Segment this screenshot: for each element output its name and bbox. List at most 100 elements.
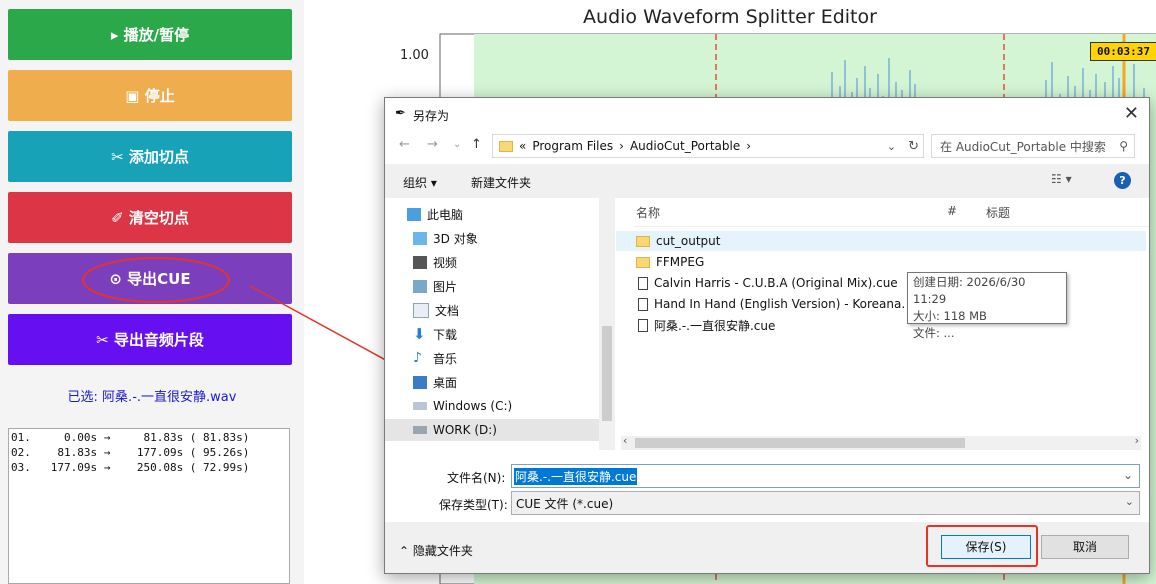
search-input[interactable]: 在 AudioCut_Portable 中搜索 ⚲	[931, 134, 1135, 158]
hscrollbar-thumb[interactable]	[635, 438, 965, 448]
tree-item-drive-d[interactable]: WORK (D:)	[385, 419, 599, 441]
export-audio-segments-button[interactable]: ✂ 导出音频片段	[8, 314, 292, 365]
breadcrumb-audiocut-portable[interactable]: AudioCut_Portable	[630, 139, 740, 153]
tree-label: 3D 对象	[433, 231, 478, 246]
column-header-name[interactable]: 名称	[636, 204, 660, 221]
tree-item-3d-objects[interactable]: 3D 对象	[413, 227, 478, 249]
control-panel: ▸ 播放/暂停 ▣ 停止 ✂ 添加切点 ✐ 清空切点 ⊙ 导出CUE ✂ 导出音…	[0, 0, 304, 584]
file-row-ffmpeg[interactable]: FFMPEG	[636, 252, 704, 272]
chart-title: Audio Waveform Splitter Editor	[583, 6, 877, 28]
chevron-left-icon[interactable]: ‹	[623, 434, 627, 447]
tree-item-downloads[interactable]: ⬇ 下载	[413, 323, 457, 345]
tree-label: 音乐	[433, 351, 458, 366]
tree-item-this-pc[interactable]: 此电脑	[407, 203, 463, 225]
file-row-calvin-harris[interactable]: Calvin Harris - C.U.B.A (Original Mix).c…	[638, 273, 898, 293]
drive-icon	[413, 426, 427, 434]
search-placeholder: 在 AudioCut_Portable 中搜索	[940, 139, 1106, 154]
computer-icon	[407, 207, 421, 221]
tree-label: Windows (C:)	[433, 399, 513, 413]
forward-icon[interactable]: →	[427, 137, 438, 152]
column-header-number[interactable]: #	[947, 204, 957, 218]
stop-button[interactable]: ▣ 停止	[8, 70, 292, 121]
tree-label: 此电脑	[427, 207, 464, 222]
chevron-down-icon[interactable]: ⌄	[1125, 495, 1134, 508]
file-row-hand-in-hand[interactable]: Hand In Hand (English Version) - Koreana…	[638, 294, 905, 314]
chevron-down-icon[interactable]: ⌄	[1122, 468, 1134, 482]
folder-icon	[499, 140, 513, 152]
file-name: 阿桑.-.一直很安静.cue	[654, 318, 776, 333]
tree-item-drive-c[interactable]: Windows (C:)	[413, 395, 512, 417]
file-tooltip: 创建日期: 2026/6/30 11:29 大小: 118 MB 文件: ...	[907, 272, 1067, 340]
tree-item-videos[interactable]: 视频	[413, 251, 457, 273]
filetype-value: CUE 文件 (*.cue)	[516, 496, 614, 511]
refresh-icon[interactable]: ↻	[908, 139, 919, 154]
tree-label: 下载	[433, 327, 458, 342]
file-list-hscrollbar[interactable]: ‹ ›	[621, 434, 1141, 450]
tree-scrollbar-thumb[interactable]	[602, 326, 612, 421]
file-name: FFMPEG	[656, 255, 705, 269]
export-cue-button[interactable]: ⊙ 导出CUE	[8, 253, 292, 304]
filename-input[interactable]: 阿桑.-.一直很安静.cue ⌄	[511, 464, 1140, 488]
segment-row: 01. 0.00s → 81.83s ( 81.83s)	[11, 431, 250, 444]
back-icon[interactable]: ←	[399, 137, 410, 152]
play-pause-button[interactable]: ▸ 播放/暂停	[8, 9, 292, 60]
segment-list[interactable]: 01. 0.00s → 81.83s ( 81.83s) 02. 81.83s →…	[8, 428, 290, 584]
chevron-right-icon[interactable]: ›	[1135, 434, 1139, 447]
hide-folders-label: 隐藏文件夹	[412, 544, 473, 558]
filename-label: 文件名(N):	[447, 471, 506, 485]
cube-icon	[413, 231, 427, 245]
navigation-bar: ← → ⌄ ↑ « Program Files › AudioCut_Porta…	[385, 131, 1149, 161]
save-as-dialog[interactable]: ✒ 另存为 ✕ ← → ⌄ ↑ « Program Files › AudioC…	[384, 97, 1150, 574]
file-row-asang[interactable]: 阿桑.-.一直很安静.cue	[638, 315, 775, 335]
tree-label: 视频	[433, 255, 458, 270]
search-icon: ⚲	[1119, 139, 1128, 153]
tree-label: WORK (D:)	[433, 423, 497, 437]
dialog-toolbar: 组织 ▾ 新建文件夹 ☷ ▾ ?	[385, 164, 1149, 198]
file-list[interactable]: 名称 # 标题 cut_output FFMPEG Calvin Harris …	[616, 198, 1149, 450]
breadcrumb-sep: «	[519, 139, 527, 153]
feather-icon: ✒	[395, 106, 406, 121]
folder-icon	[636, 235, 650, 247]
breadcrumb-program-files[interactable]: Program Files	[532, 139, 613, 153]
segment-row: 03. 177.09s → 250.08s ( 72.99s)	[11, 461, 250, 474]
dialog-title: 另存为	[413, 109, 450, 123]
tree-item-desktop[interactable]: 桌面	[413, 371, 457, 393]
segment-row: 02. 81.83s → 177.09s ( 95.26s)	[11, 446, 250, 459]
clear-cut-points-button[interactable]: ✐ 清空切点	[8, 192, 292, 243]
tooltip-size: 大小: 118 MB	[913, 309, 987, 323]
address-bar[interactable]: « Program Files › AudioCut_Portable › ⌄ …	[492, 134, 924, 158]
file-name: cut_output	[656, 234, 721, 248]
drive-icon	[413, 402, 427, 410]
chevron-down-icon[interactable]: ⌄	[887, 140, 896, 153]
file-name: Calvin Harris - C.U.B.A (Original Mix).c…	[654, 276, 898, 290]
close-icon[interactable]: ✕	[1124, 103, 1139, 124]
tree-scrollbar[interactable]	[599, 198, 615, 450]
file-row-cut-output[interactable]: cut_output	[616, 231, 1146, 251]
tree-item-documents[interactable]: 文档	[413, 299, 459, 321]
tree-label: 图片	[433, 279, 458, 294]
download-icon: ⬇	[413, 324, 426, 343]
y-tick-label: 1.00	[400, 48, 429, 63]
tree-item-pictures[interactable]: 图片	[413, 275, 457, 297]
tree-item-music[interactable]: ♪ 音乐	[413, 347, 457, 369]
dialog-titlebar[interactable]: ✒ 另存为 ✕	[385, 98, 1149, 130]
filetype-select[interactable]: CUE 文件 (*.cue) ⌄	[511, 491, 1140, 515]
cue-file-icon	[638, 297, 648, 311]
hide-folders-toggle[interactable]: ⌃ 隐藏文件夹	[399, 542, 473, 559]
filetype-label: 保存类型(T):	[439, 498, 508, 512]
view-options-icon[interactable]: ☷ ▾	[1051, 172, 1072, 186]
document-icon	[413, 302, 429, 318]
tooltip-created: 创建日期: 2026/6/30 11:29	[913, 275, 1026, 306]
help-icon[interactable]: ?	[1114, 172, 1131, 189]
up-icon[interactable]: ↑	[471, 137, 482, 152]
column-header-title[interactable]: 标题	[986, 204, 1010, 221]
add-cut-point-button[interactable]: ✂ 添加切点	[8, 131, 292, 182]
picture-icon	[413, 279, 427, 293]
new-folder-button[interactable]: 新建文件夹	[471, 174, 531, 191]
chevron-down-icon[interactable]: ⌄	[453, 139, 461, 150]
organize-menu[interactable]: 组织 ▾	[403, 174, 437, 191]
cancel-button[interactable]: 取消	[1041, 535, 1129, 559]
navigation-tree[interactable]: 此电脑 3D 对象 视频 图片 文档 ⬇ 下载 ♪ 音乐 桌面 Windows (C…	[385, 198, 615, 450]
save-button-highlight	[926, 525, 1038, 567]
cue-file-icon	[638, 276, 648, 290]
